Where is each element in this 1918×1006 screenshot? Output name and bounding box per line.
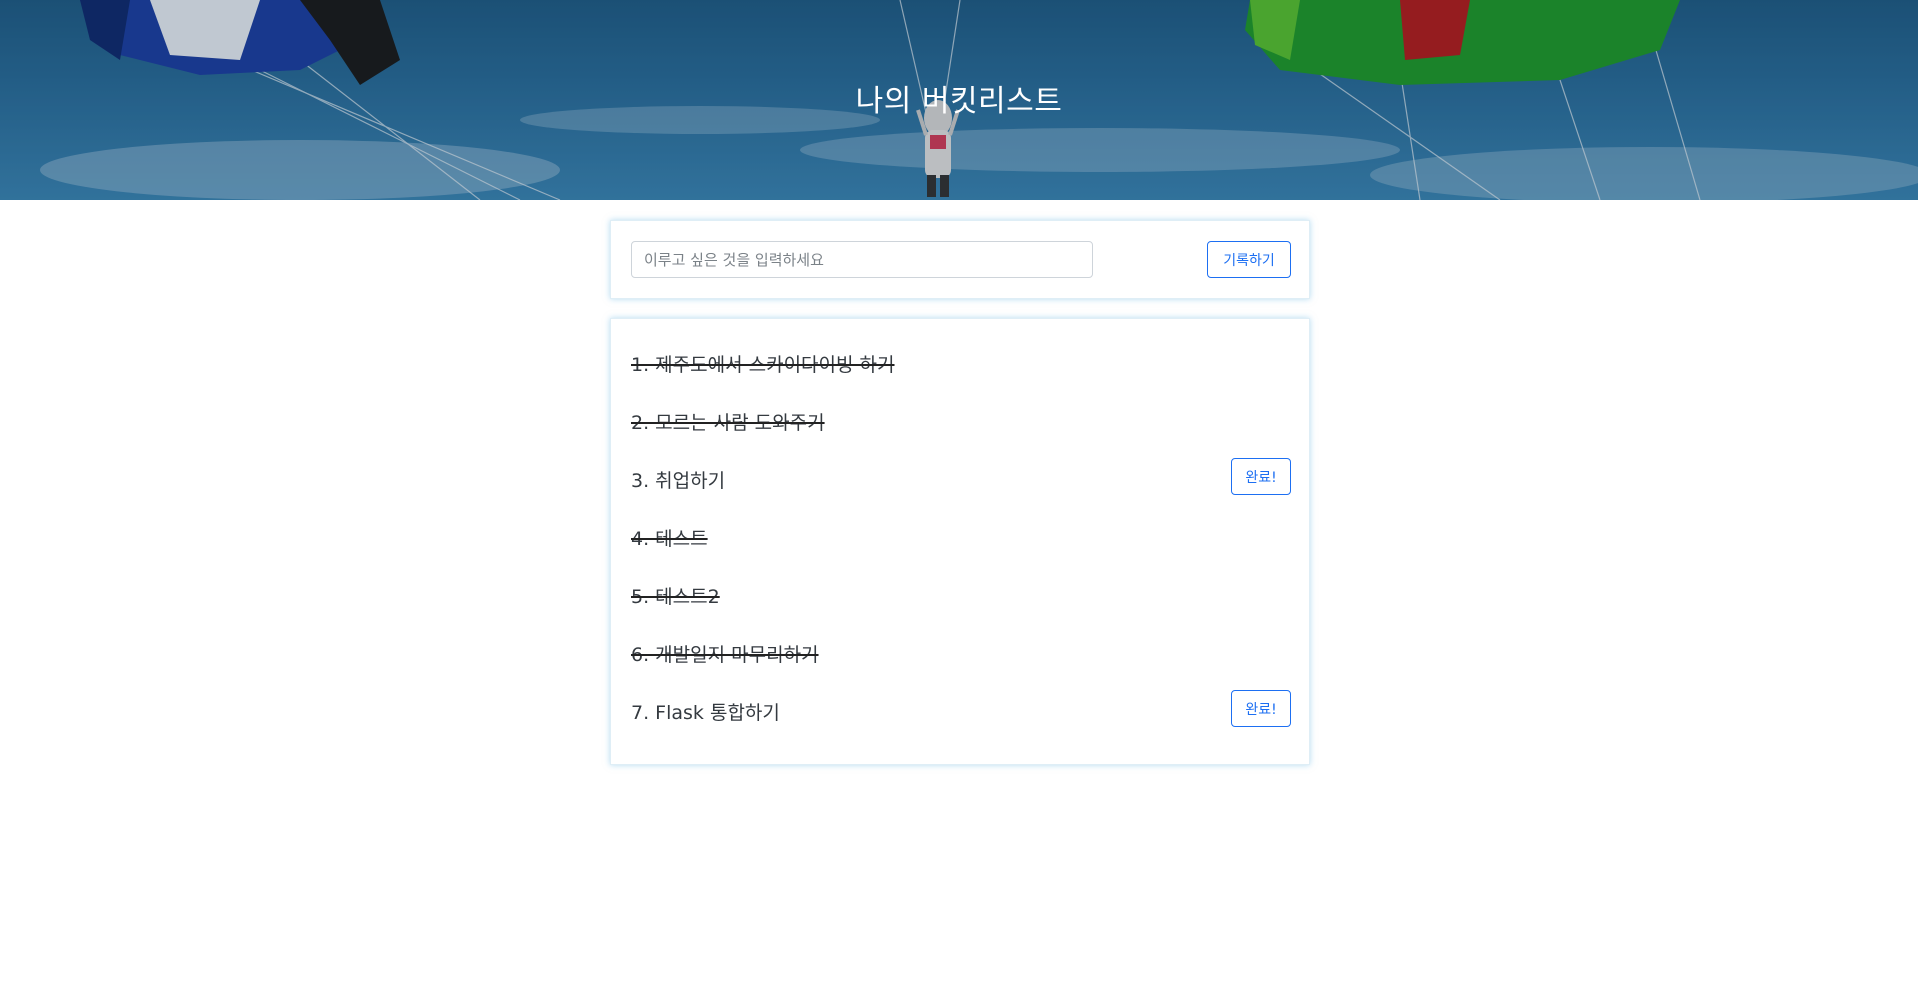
list-item-text: 4. 테스트 bbox=[631, 528, 708, 550]
list-item: 5. 테스트2 bbox=[631, 573, 1291, 613]
page-title: 나의 버킷리스트 bbox=[855, 84, 1063, 119]
list-item: 2. 모르는 사람 도와주기 bbox=[631, 399, 1291, 439]
record-button[interactable]: 기록하기 bbox=[1207, 241, 1291, 278]
add-item-card: 기록하기 bbox=[610, 220, 1310, 299]
done-button[interactable]: 완료! bbox=[1231, 458, 1291, 495]
list-item: 3. 취업하기 완료! bbox=[631, 457, 1291, 497]
list-item: 6. 개발일지 마무리하기 bbox=[631, 631, 1291, 671]
done-button[interactable]: 완료! bbox=[1231, 690, 1291, 727]
list-item-text: 6. 개발일지 마무리하기 bbox=[631, 644, 819, 666]
list-item-text: 3. 취업하기 bbox=[631, 470, 726, 492]
bucket-input[interactable] bbox=[631, 241, 1093, 278]
list-item: 7. Flask 통합하기 완료! bbox=[631, 689, 1291, 729]
list-item-text: 1. 제주도에서 스카이다이빙 하기 bbox=[631, 354, 895, 376]
list-item-text: 5. 테스트2 bbox=[631, 586, 720, 608]
list-item: 4. 테스트 bbox=[631, 515, 1291, 555]
list-item-text: 7. Flask 통합하기 bbox=[631, 702, 780, 724]
list-item-text: 2. 모르는 사람 도와주기 bbox=[631, 412, 825, 434]
list-item: 1. 제주도에서 스카이다이빙 하기 bbox=[631, 341, 1291, 381]
bucket-list-card: 1. 제주도에서 스카이다이빙 하기 2. 모르는 사람 도와주기 3. 취업하… bbox=[610, 318, 1310, 765]
header-banner: 나의 버킷리스트 bbox=[0, 0, 1918, 200]
